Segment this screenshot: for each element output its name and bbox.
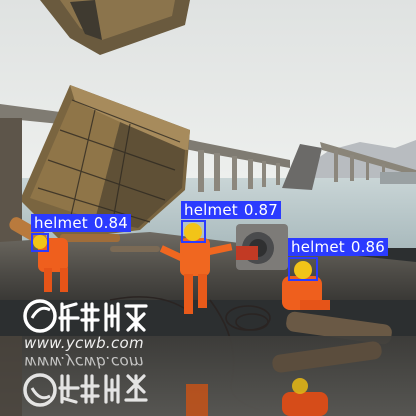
detection-score: 0.87	[243, 201, 279, 219]
watermark-site-reflection: www.ycwb.com	[24, 353, 144, 371]
helmet-detection-box	[31, 233, 49, 252]
detection-score: 0.86	[350, 238, 386, 256]
detection-class: helmet	[34, 214, 88, 232]
ycwb-logo	[23, 299, 148, 333]
winch	[236, 224, 288, 270]
detection-class: helmet	[291, 238, 345, 256]
watermark-site: www.ycwb.com	[24, 334, 144, 352]
detection-score: 0.84	[93, 214, 129, 232]
detection-class: helmet	[184, 201, 238, 219]
helmet-detection-box	[181, 220, 206, 243]
shore-buildings	[380, 172, 416, 184]
helmet-detection-label: helmet 0.87	[181, 201, 282, 219]
ycwb-logo-reflection	[23, 373, 148, 407]
helmet-detection-label: helmet 0.84	[31, 214, 132, 232]
helmet-detection-box	[288, 257, 318, 281]
helmet-detection-label: helmet 0.86	[288, 238, 389, 256]
photo-scene: helmet 0.84 helmet 0.87 helmet 0.86 www.ycw…	[0, 0, 416, 416]
